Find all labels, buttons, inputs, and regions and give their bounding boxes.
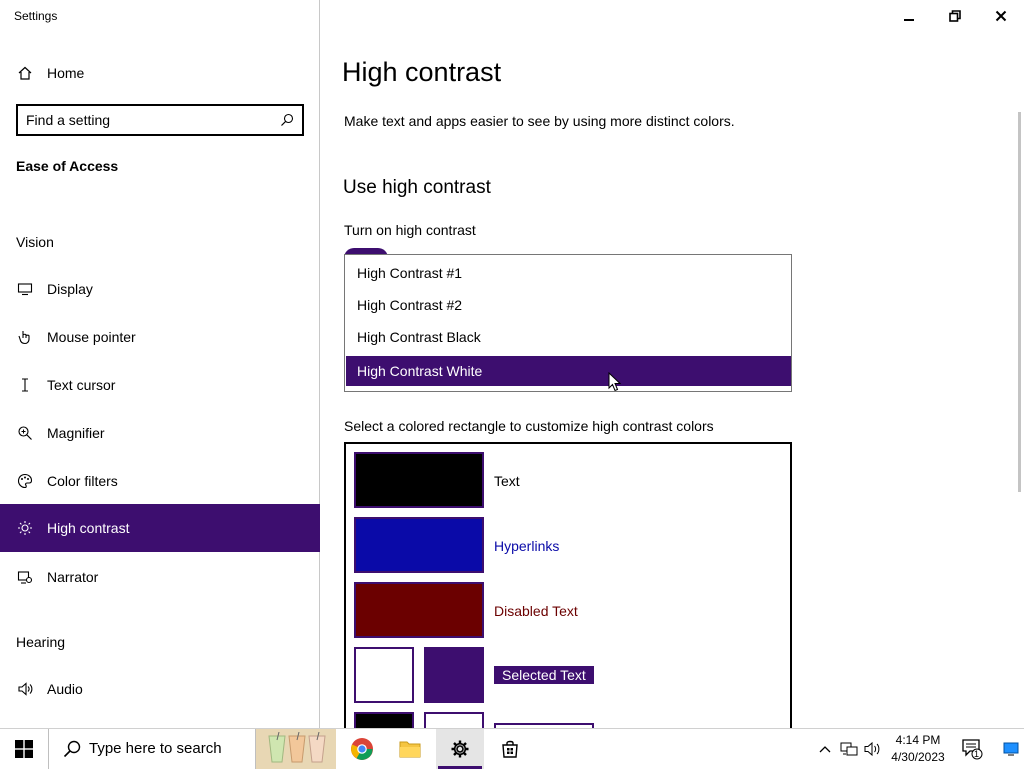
notification-icon <box>962 739 983 760</box>
sidebar-item-label: Narrator <box>47 569 99 585</box>
sidebar-item-text-cursor[interactable]: Text cursor <box>0 367 320 403</box>
speaker-icon <box>16 680 34 698</box>
hearing-section-header: Hearing <box>16 634 66 650</box>
home-icon <box>16 64 34 82</box>
settings-sidebar: Settings Home Ease of Access Vision Disp… <box>0 0 320 728</box>
sidebar-item-color-filters[interactable]: Color filters <box>0 463 320 499</box>
chevron-up-icon <box>819 746 831 753</box>
theme-option[interactable]: High Contrast #2 <box>346 290 791 320</box>
mouse-cursor-icon <box>608 372 622 392</box>
vision-section-header: Vision <box>16 234 54 250</box>
sidebar-item-audio[interactable]: Audio <box>0 671 320 707</box>
theme-option-selected[interactable]: High Contrast White <box>346 356 791 386</box>
page-title: High contrast <box>342 57 502 87</box>
toggle-label: Turn on high contrast <box>344 222 476 238</box>
notification-count: 1 <box>974 749 980 759</box>
bubble-tea-search-highlight[interactable] <box>256 729 336 769</box>
sidebar-item-narrator[interactable]: Narrator <box>0 559 320 595</box>
search-icon <box>63 740 81 758</box>
selected-text-fg-swatch[interactable] <box>354 647 414 703</box>
monitor-icon <box>16 280 34 298</box>
network-icon <box>840 742 858 756</box>
sidebar-item-high-contrast[interactable]: High contrast <box>0 504 320 552</box>
theme-option[interactable]: High Contrast #1 <box>346 258 791 288</box>
drinks-illustration-icon <box>268 732 326 763</box>
start-button[interactable] <box>0 729 48 769</box>
taskbar-file-explorer[interactable] <box>386 729 434 769</box>
sidebar-item-label: Text cursor <box>47 377 116 393</box>
sidebar-item-magnifier[interactable]: Magnifier <box>0 415 320 451</box>
taskbar-store[interactable] <box>486 729 534 769</box>
store-bag-icon <box>502 740 518 758</box>
sidebar-item-label: Magnifier <box>47 425 105 441</box>
volume-icon <box>864 741 880 757</box>
category-title: Ease of Access <box>16 158 119 174</box>
text-color-label: Text <box>494 473 520 489</box>
minimize-button[interactable] <box>886 0 932 32</box>
gear-icon <box>451 740 469 758</box>
taskbar-settings[interactable] <box>436 729 484 769</box>
disabled-text-color-label: Disabled Text <box>494 603 578 619</box>
network-tray-button[interactable] <box>838 729 860 769</box>
folder-icon <box>399 741 421 758</box>
sidebar-item-label: Mouse pointer <box>47 329 136 345</box>
mouse-pointer-icon <box>16 328 34 346</box>
taskbar-chrome[interactable] <box>338 729 386 769</box>
desktop-icon <box>1003 742 1019 756</box>
text-color-swatch[interactable] <box>354 452 484 508</box>
color-customization-panel: Text Hyperlinks Disabled Text Selected T… <box>344 442 792 753</box>
page-description: Make text and apps easier to see by usin… <box>344 113 735 129</box>
theme-dropdown-list[interactable]: High Contrast #1 High Contrast #2 High C… <box>344 254 792 392</box>
selected-text-color-label: Selected Text <box>494 666 594 684</box>
windows-logo-icon <box>15 740 33 758</box>
show-hidden-icons-button[interactable] <box>814 729 836 769</box>
sidebar-item-label: High contrast <box>47 520 130 536</box>
sidebar-item-label: Audio <box>47 681 83 697</box>
sidebar-item-label: Color filters <box>47 473 118 489</box>
section-heading: Use high contrast <box>343 177 491 198</box>
hyperlinks-color-label: Hyperlinks <box>494 538 560 554</box>
sidebar-item-label: Home <box>47 65 85 81</box>
magnifier-icon <box>16 424 34 442</box>
palette-icon <box>16 472 34 490</box>
restore-button[interactable] <box>932 0 978 32</box>
scrollbar-thumb[interactable] <box>1018 112 1021 492</box>
chrome-icon <box>351 738 373 760</box>
settings-search-box[interactable] <box>16 104 304 136</box>
sidebar-item-label: Display <box>47 281 93 297</box>
clock-date: 4/30/2023 <box>891 750 945 764</box>
show-desktop-button[interactable] <box>998 729 1024 769</box>
sidebar-item-mouse-pointer[interactable]: Mouse pointer <box>0 319 320 355</box>
clock-time: 4:14 PM <box>895 733 941 747</box>
taskbar: Type here to search 4:14 PM 4/30/2023 1 <box>0 728 1024 769</box>
theme-option[interactable]: High Contrast Black <box>346 322 791 352</box>
taskbar-search-box[interactable]: Type here to search <box>48 729 256 769</box>
restore-icon <box>949 10 961 22</box>
sun-icon <box>16 519 34 537</box>
close-icon <box>995 10 1007 22</box>
taskbar-search-placeholder: Type here to search <box>89 740 222 757</box>
disabled-text-color-swatch[interactable] <box>354 582 484 638</box>
search-input[interactable] <box>26 111 266 129</box>
sidebar-item-home[interactable]: Home <box>0 55 320 91</box>
narrator-icon <box>16 568 34 586</box>
colors-instruction: Select a colored rectangle to customize … <box>344 418 714 434</box>
sidebar-item-display[interactable]: Display <box>0 271 320 307</box>
volume-tray-button[interactable] <box>862 729 884 769</box>
search-icon[interactable] <box>280 113 294 132</box>
text-cursor-icon <box>16 376 34 394</box>
minimize-icon <box>904 19 914 21</box>
action-center-button[interactable]: 1 <box>952 729 992 769</box>
taskbar-clock[interactable]: 4:14 PM 4/30/2023 <box>888 732 948 766</box>
app-title: Settings <box>14 9 58 23</box>
selected-text-bg-swatch[interactable] <box>424 647 484 703</box>
hyperlinks-color-swatch[interactable] <box>354 517 484 573</box>
close-button[interactable] <box>978 0 1024 32</box>
